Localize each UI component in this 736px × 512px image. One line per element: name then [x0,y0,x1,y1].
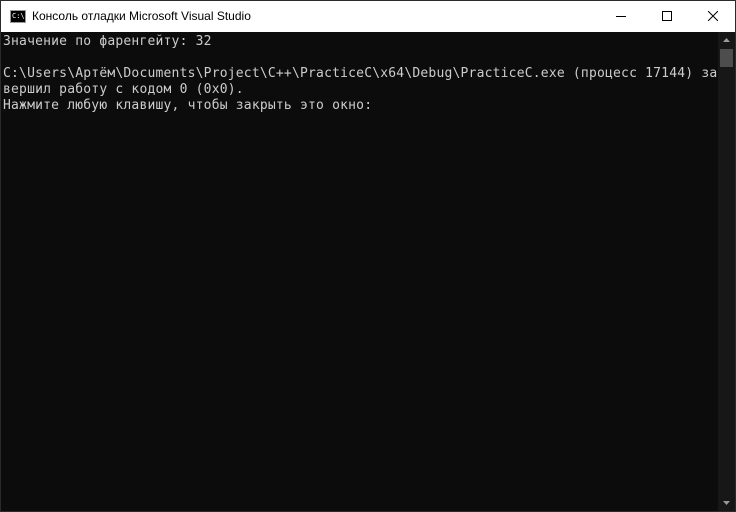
close-button[interactable] [690,1,735,32]
console-window: C:\ Консоль отладки Microsoft Visual Stu… [0,0,736,512]
chevron-up-icon [723,38,730,42]
vertical-scrollbar[interactable] [718,32,735,511]
console-app-icon: C:\ [10,10,26,23]
chevron-down-icon [723,501,730,505]
window-title: Консоль отладки Microsoft Visual Studio [32,9,251,23]
scroll-up-button[interactable] [718,32,735,49]
close-icon [708,11,718,21]
title-bar[interactable]: C:\ Консоль отладки Microsoft Visual Stu… [1,1,735,32]
minimize-icon [616,16,626,17]
maximize-icon [662,11,672,21]
console-output[interactable]: Значение по фаренгейту: 32 C:\Users\Артё… [1,32,717,511]
scroll-down-button[interactable] [718,494,735,511]
maximize-button[interactable] [644,1,690,32]
console-line: вершил работу с кодом 0 (0x0). [3,82,244,97]
console-line: Значение по фаренгейту: 32 [3,34,212,49]
console-line: Нажмите любую клавишу, чтобы закрыть это… [3,98,373,113]
scrollbar-thumb[interactable] [720,49,733,67]
minimize-button[interactable] [598,1,644,32]
console-line: C:\Users\Артём\Documents\Project\C++\Pra… [3,66,717,81]
